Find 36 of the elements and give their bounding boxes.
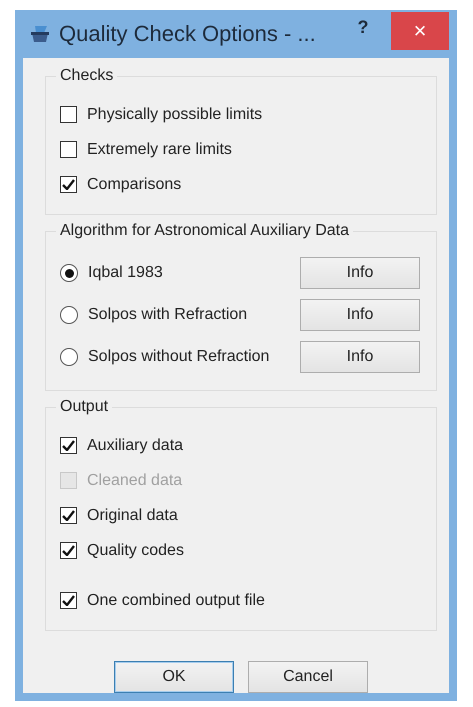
close-button[interactable]: × — [391, 12, 449, 50]
checkbox-label[interactable]: Comparisons — [87, 176, 182, 194]
check-icon — [62, 595, 75, 606]
checkbox-label[interactable]: Auxiliary data — [87, 436, 184, 454]
checkbox[interactable] — [60, 507, 77, 524]
app-icon — [29, 24, 51, 44]
checkbox-label[interactable]: Extremely rare limits — [87, 140, 232, 158]
checkbox-label[interactable]: Physically possible limits — [87, 106, 262, 124]
radio-button[interactable] — [60, 306, 78, 324]
check-icon — [62, 510, 75, 521]
window-title: Quality Check Options - ... — [59, 21, 317, 47]
cancel-button[interactable]: Cancel — [248, 661, 368, 693]
checkbox[interactable] — [60, 542, 77, 559]
info-button[interactable]: Info — [300, 341, 420, 373]
radio-button[interactable] — [60, 264, 78, 282]
ok-button[interactable]: OK — [114, 661, 234, 693]
radio-label[interactable]: Solpos with Refraction — [88, 306, 248, 324]
checkbox[interactable] — [60, 106, 77, 123]
check-icon — [62, 545, 75, 556]
info-button[interactable]: Info — [300, 299, 420, 331]
checkbox[interactable] — [60, 437, 77, 454]
group-title: Algorithm for Astronomical Auxiliary Data — [56, 222, 353, 240]
radio-label[interactable]: Solpos without Refraction — [88, 348, 270, 366]
radio-label[interactable]: Iqbal 1983 — [88, 264, 163, 282]
check-icon — [62, 440, 75, 451]
info-button[interactable]: Info — [300, 257, 420, 289]
check-icon — [62, 179, 75, 190]
checkbox-label[interactable]: Quality codes — [87, 542, 184, 560]
checkbox-label[interactable]: One combined output file — [87, 592, 265, 610]
checkbox[interactable] — [60, 592, 77, 609]
checkbox[interactable] — [60, 141, 77, 158]
radio-button[interactable] — [60, 348, 78, 366]
help-button[interactable]: ? — [343, 16, 383, 38]
checkbox-label[interactable]: Original data — [87, 506, 178, 524]
group-title: Output — [56, 398, 112, 416]
checkbox[interactable] — [60, 176, 77, 193]
